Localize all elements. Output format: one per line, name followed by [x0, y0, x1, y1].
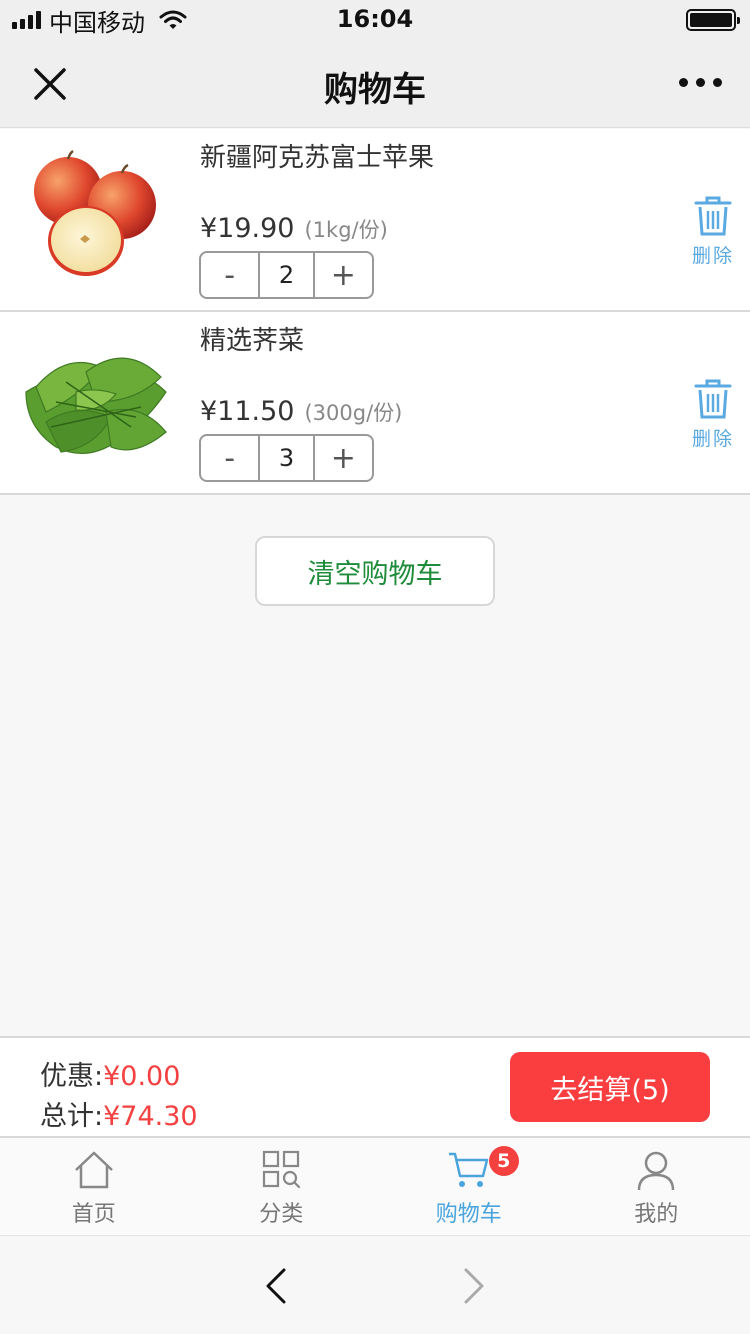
increase-button[interactable]: +	[315, 253, 372, 297]
decrease-button[interactable]: -	[201, 436, 258, 480]
price-value: ¥19.90	[200, 213, 295, 244]
increase-button[interactable]: +	[315, 436, 372, 480]
cart-list: 新疆阿克苏富士苹果 ¥19.90 (1kg/份) - 2 + 删除 精选荠菜 ¥…	[0, 129, 750, 495]
more-dots-icon[interactable]	[679, 78, 722, 87]
quantity-value[interactable]: 2	[258, 253, 315, 297]
forward-arrow-icon[interactable]	[456, 1266, 492, 1306]
delete-label: 删除	[691, 428, 734, 450]
delete-button[interactable]: 删除	[688, 195, 738, 268]
battery-icon	[686, 9, 740, 31]
cart-item: 新疆阿克苏富士苹果 ¥19.90 (1kg/份) - 2 + 删除	[0, 129, 750, 312]
tab-label: 我的	[634, 1202, 679, 1227]
category-grid-icon	[263, 1150, 301, 1189]
checkout-button[interactable]: 去结算(5)	[510, 1052, 710, 1122]
tab-label: 首页	[71, 1202, 116, 1227]
discount-label: 优惠:	[40, 1061, 104, 1092]
shepherds-purse-photo	[25, 357, 167, 455]
apple-photo	[34, 149, 156, 276]
quantity-stepper: - 3 +	[199, 434, 374, 482]
back-arrow-icon[interactable]	[258, 1266, 294, 1306]
item-name[interactable]: 精选荠菜	[200, 320, 304, 357]
tab-home[interactable]: 首页	[0, 1138, 188, 1235]
clear-cart-button[interactable]: 清空购物车	[255, 536, 495, 606]
tab-label: 分类	[259, 1202, 304, 1227]
delete-label: 删除	[691, 245, 734, 267]
cart-icon	[448, 1152, 488, 1187]
item-name[interactable]: 新疆阿克苏富士苹果	[200, 137, 434, 174]
discount-value: ¥0.00	[103, 1061, 181, 1092]
browser-toolbar	[0, 1236, 750, 1334]
price-unit: (1kg/份)	[304, 218, 388, 242]
tab-cart[interactable]: 5 购物车	[375, 1138, 563, 1235]
decrease-button[interactable]: -	[201, 253, 258, 297]
cart-count-badge: 5	[488, 1146, 519, 1176]
tab-category[interactable]: 分类	[188, 1138, 376, 1235]
total-value: ¥74.30	[103, 1101, 198, 1132]
tab-label: 购物车	[435, 1202, 502, 1227]
quantity-value[interactable]: 3	[258, 436, 315, 480]
status-bar: 中国移动 16:04	[0, 0, 750, 40]
page-title: 购物车	[324, 70, 426, 110]
total-label: 总计:	[40, 1101, 104, 1132]
trash-icon	[694, 196, 732, 236]
user-icon	[638, 1151, 675, 1191]
price-value: ¥11.50	[200, 396, 295, 427]
tab-bar: 首页 分类 5 购物车 我的	[0, 1138, 750, 1236]
clock: 16:04	[336, 5, 414, 33]
cart-item: 精选荠菜 ¥11.50 (300g/份) - 3 + 删除	[0, 312, 750, 495]
item-price: ¥11.50 (300g/份)	[200, 396, 402, 427]
home-icon	[74, 1151, 113, 1189]
item-price: ¥19.90 (1kg/份)	[200, 213, 388, 244]
price-unit: (300g/份)	[304, 401, 403, 425]
checkout-summary: 优惠:¥0.00 总计:¥74.30 去结算(5)	[0, 1036, 750, 1138]
delete-button[interactable]: 删除	[688, 378, 738, 451]
tab-profile[interactable]: 我的	[563, 1138, 750, 1235]
nav-bar: 购物车	[0, 40, 750, 128]
discount-line: 优惠:¥0.00	[40, 1054, 180, 1093]
total-line: 总计:¥74.30	[40, 1094, 198, 1133]
quantity-stepper: - 2 +	[199, 251, 374, 299]
trash-icon	[694, 379, 732, 419]
